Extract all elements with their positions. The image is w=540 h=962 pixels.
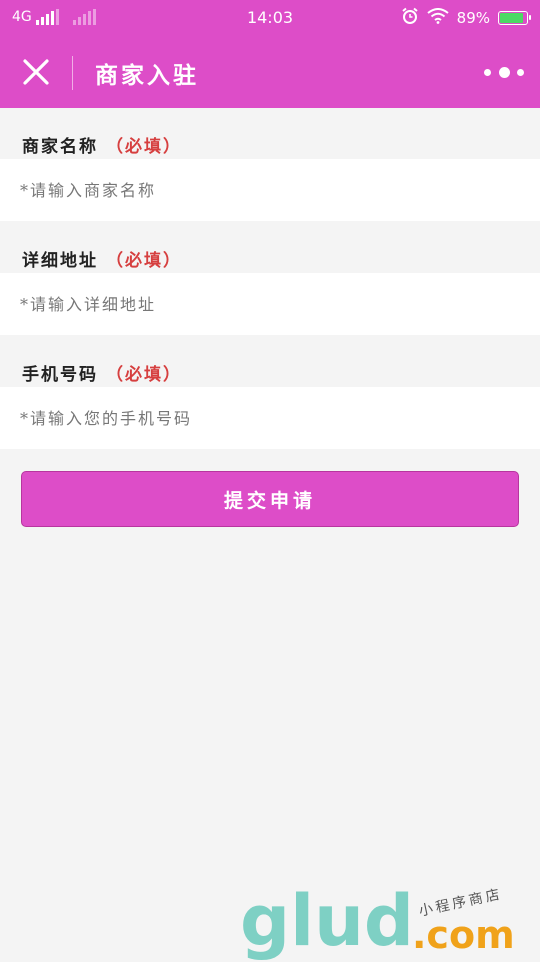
status-bar: 4G 14:03 89% bbox=[0, 0, 540, 36]
nav-bar: 商家入驻 bbox=[0, 36, 540, 108]
phone-label: 手机号码 （必填） bbox=[22, 360, 182, 385]
field-label-text: 商家名称 bbox=[22, 137, 98, 157]
merchant-name-label: 商家名称 （必填） bbox=[22, 132, 182, 157]
address-input[interactable] bbox=[0, 273, 540, 335]
page-title: 商家入驻 bbox=[95, 62, 199, 89]
phone-input[interactable] bbox=[0, 387, 540, 449]
more-icon bbox=[498, 66, 510, 78]
wifi-icon bbox=[427, 8, 449, 28]
field-label-text: 详细地址 bbox=[22, 251, 98, 271]
watermark-domain: .com bbox=[412, 913, 515, 957]
required-marker: （必填） bbox=[106, 251, 182, 271]
address-label: 详细地址 （必填） bbox=[22, 246, 182, 271]
more-icon-dot bbox=[517, 68, 524, 76]
required-marker: （必填） bbox=[106, 365, 182, 385]
submit-application-button[interactable]: 提交申请 bbox=[21, 471, 519, 527]
merchant-name-input[interactable] bbox=[0, 159, 540, 221]
close-icon bbox=[23, 59, 49, 85]
required-marker: （必填） bbox=[106, 137, 182, 157]
watermark-logo: glud bbox=[240, 880, 415, 962]
more-icon-dot bbox=[484, 68, 491, 76]
alarm-icon bbox=[401, 7, 419, 29]
nav-divider bbox=[72, 56, 73, 90]
status-icons: 89% bbox=[401, 7, 531, 29]
close-button[interactable] bbox=[18, 54, 54, 90]
more-button[interactable] bbox=[484, 60, 524, 84]
battery-percent: 89% bbox=[456, 9, 490, 27]
watermark: glud .com 小程序商店 bbox=[240, 886, 540, 960]
battery-icon bbox=[498, 11, 531, 25]
field-label-text: 手机号码 bbox=[22, 365, 98, 385]
